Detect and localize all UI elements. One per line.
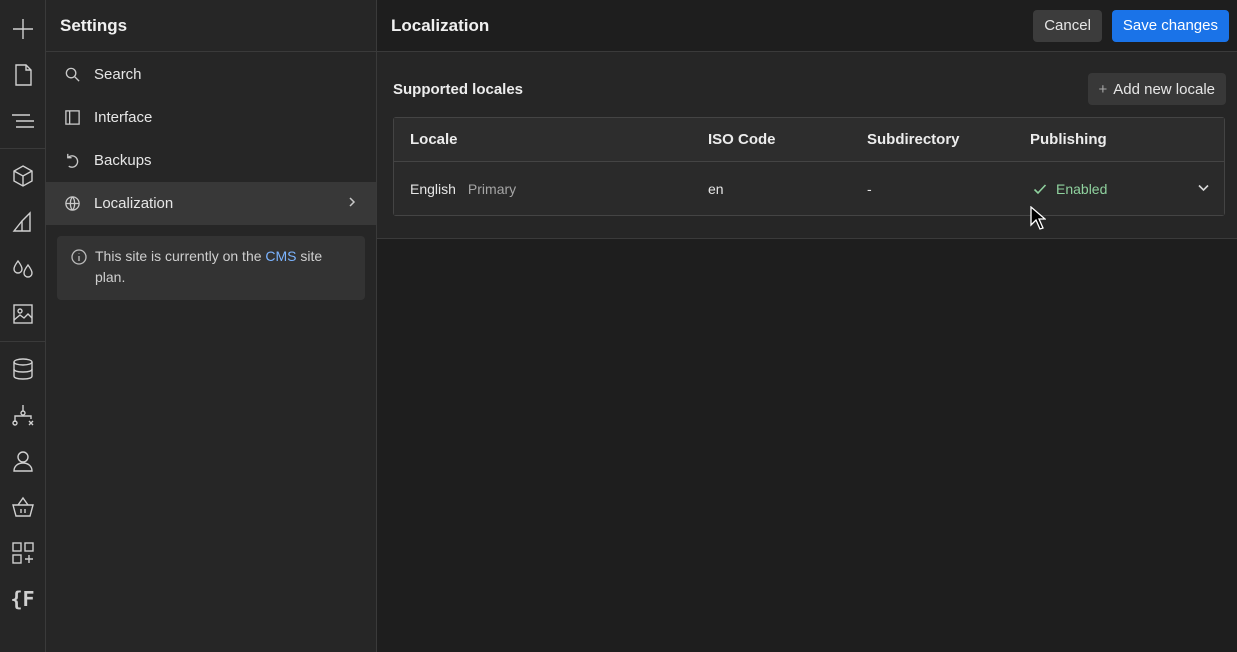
rail-divider xyxy=(0,148,46,149)
sidebar-title: Settings xyxy=(46,0,376,52)
table-row[interactable]: English Primary en - Enabled xyxy=(394,162,1224,215)
app-window: {F Settings Search Interface Backups Loc… xyxy=(0,0,1237,652)
mouse-cursor-icon xyxy=(1030,205,1047,230)
locale-cell: English Primary xyxy=(394,181,708,197)
page-icon[interactable] xyxy=(0,52,46,98)
interface-icon xyxy=(63,109,81,127)
settings-nav: Search Interface Backups Localization xyxy=(46,52,376,225)
icon-rail: {F xyxy=(0,0,46,652)
logic-icon[interactable] xyxy=(0,392,46,438)
globe-icon xyxy=(63,195,81,213)
basket-icon[interactable] xyxy=(0,484,46,530)
drops-icon[interactable] xyxy=(0,245,46,291)
save-changes-button[interactable]: Save changes xyxy=(1111,9,1229,42)
style-icon[interactable] xyxy=(0,199,46,245)
sidebar-item-search[interactable]: Search xyxy=(46,53,376,96)
column-header-subdirectory: Subdirectory xyxy=(867,131,960,148)
column-header-locale: Locale xyxy=(410,131,458,148)
iso-code-cell: en xyxy=(708,180,724,197)
apps-icon[interactable] xyxy=(0,530,46,576)
publishing-cell: Enabled xyxy=(1030,181,1224,197)
add-locale-label: Add new locale xyxy=(1113,80,1215,98)
add-new-locale-button[interactable]: + Add new locale xyxy=(1087,73,1226,105)
primary-badge: Primary xyxy=(467,180,517,197)
info-icon xyxy=(71,249,87,265)
publishing-status: Enabled xyxy=(1033,181,1197,197)
code-icon[interactable]: {F xyxy=(0,576,46,622)
image-icon[interactable] xyxy=(0,291,46,337)
chevron-right-icon xyxy=(346,195,358,212)
site-plan-note: This site is currently on the CMS site p… xyxy=(57,236,365,300)
section-header: Supported locales + Add new locale xyxy=(393,73,1226,105)
publishing-status-label: Enabled xyxy=(1056,180,1108,197)
sidebar-item-localization[interactable]: Localization xyxy=(46,182,376,225)
locales-table: Locale ISO Code Subdirectory Publishing … xyxy=(393,117,1225,216)
search-icon xyxy=(63,66,81,84)
cancel-button[interactable]: Cancel xyxy=(1033,9,1102,42)
cube-icon[interactable] xyxy=(0,153,46,199)
sidebar-item-label: Localization xyxy=(94,195,174,212)
table-header: Locale ISO Code Subdirectory Publishing xyxy=(394,118,1224,162)
sidebar-item-backups[interactable]: Backups xyxy=(46,139,376,182)
page-title: Localization xyxy=(391,15,490,35)
check-icon xyxy=(1033,183,1047,194)
section-title: Supported locales xyxy=(393,80,524,98)
subdirectory-cell: - xyxy=(867,180,872,197)
sidebar-item-interface[interactable]: Interface xyxy=(46,96,376,139)
rail-divider xyxy=(0,341,46,342)
user-icon[interactable] xyxy=(0,438,46,484)
sidebar-item-label: Search xyxy=(94,66,142,83)
plus-icon[interactable] xyxy=(0,6,46,52)
supported-locales-section: Supported locales + Add new locale Local… xyxy=(377,52,1237,239)
main-header: Localization Cancel Save changes xyxy=(377,0,1237,52)
column-header-iso-code: ISO Code xyxy=(708,131,776,148)
locale-name: English xyxy=(410,180,456,197)
column-header-publishing: Publishing xyxy=(1030,131,1107,148)
chevron-down-icon[interactable] xyxy=(1197,181,1210,197)
cms-plan-link[interactable]: CMS xyxy=(265,248,296,264)
database-icon[interactable] xyxy=(0,346,46,392)
sidebar-item-label: Interface xyxy=(94,109,153,126)
settings-sidebar: Settings Search Interface Backups Locali… xyxy=(46,0,377,652)
plus-icon: + xyxy=(1098,80,1108,98)
sidebar-item-label: Backups xyxy=(94,152,152,169)
main-panel: Localization Cancel Save changes Support… xyxy=(377,0,1237,652)
backups-icon xyxy=(63,152,81,170)
navigator-icon[interactable] xyxy=(0,98,46,144)
site-plan-text: This site is currently on the CMS site p… xyxy=(95,248,323,285)
